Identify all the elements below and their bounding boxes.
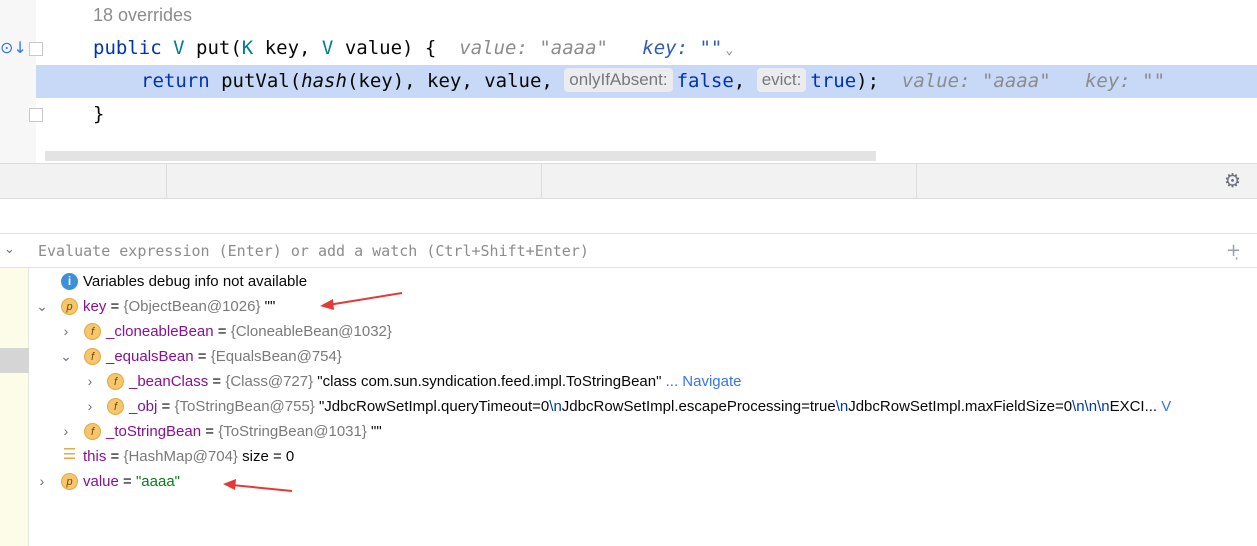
annotation-arrow-key: [320, 292, 403, 310]
annotation-arrow-value: [223, 479, 293, 492]
annotation-arrows: [223, 292, 403, 492]
